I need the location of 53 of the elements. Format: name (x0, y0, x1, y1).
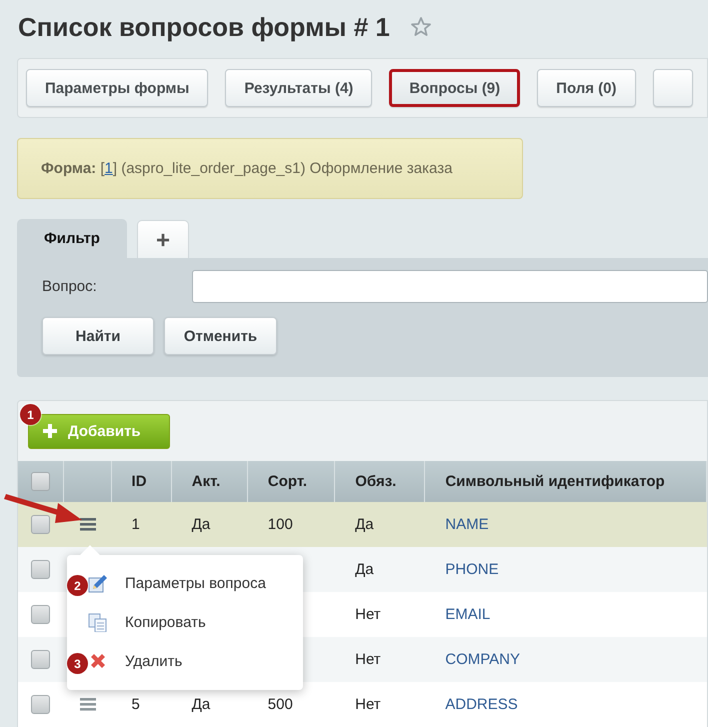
checkbox[interactable] (31, 695, 50, 714)
column-header[interactable]: Символьный идентификатор (445, 473, 665, 490)
checkbox[interactable] (31, 650, 50, 669)
plus-icon (43, 424, 57, 438)
field-label: Вопрос: (42, 278, 98, 295)
column-header[interactable]: Сорт. (268, 473, 308, 490)
table-cell: Да (355, 561, 374, 578)
table-cell: 500 (268, 696, 293, 713)
menu-item[interactable]: 3 Удалить (67, 641, 303, 680)
copy-icon (88, 613, 107, 632)
table-cell: Да (192, 516, 210, 533)
table-cell: 5 (132, 696, 140, 713)
checkbox[interactable] (31, 515, 50, 534)
column-header[interactable]: ID (132, 473, 147, 490)
toolbar-button[interactable]: Поля (0) (537, 69, 636, 107)
form-info-text: Форма: [1] (aspro_lite_order_page_s1) Оформление заказа (41, 160, 452, 177)
menu-icon (80, 518, 96, 531)
star-icon[interactable] (410, 16, 432, 38)
input-field[interactable] (192, 270, 708, 303)
menu-icon (80, 698, 96, 711)
code-link[interactable]: COMPANY (445, 651, 520, 668)
toolbar-button[interactable]: Параметры формы (26, 69, 208, 107)
page-title: Список вопросов формы # 1 (18, 12, 390, 42)
step-badge: 2 (67, 575, 88, 596)
table-cell: Нет (355, 606, 381, 623)
filter-tab[interactable]: Фильтр (17, 219, 127, 258)
checkbox[interactable] (31, 605, 50, 624)
toolbar-button[interactable] (652, 69, 693, 107)
checkbox[interactable] (31, 560, 50, 579)
code-link[interactable]: EMAIL (445, 606, 490, 623)
checkbox[interactable] (30, 472, 50, 491)
column-header[interactable]: Обяз. (355, 473, 396, 490)
table-cell: Да (355, 516, 374, 533)
table-cell: 100 (268, 516, 293, 533)
table-row[interactable]: 5 Да 500 Нет ADDRESS (18, 682, 707, 727)
toolbar-button[interactable]: Результаты (4) (225, 69, 372, 107)
step-badge: 3 (67, 653, 88, 674)
filter-tab[interactable]: + (136, 220, 189, 258)
code-link[interactable]: NAME (445, 516, 489, 533)
toolbar-button[interactable]: Вопросы (9) (389, 69, 520, 107)
form-link[interactable]: 1 (104, 160, 113, 177)
table-row[interactable]: 1 Да 100 Да NAME (18, 502, 707, 547)
table-cell: Да (192, 696, 210, 713)
column-header[interactable]: Акт. (192, 473, 220, 490)
table-cell: 1 (132, 516, 140, 533)
edit-icon (88, 574, 107, 593)
table-cell: Нет (355, 696, 381, 713)
code-link[interactable]: PHONE (445, 561, 499, 578)
cancel-button[interactable]: Отменить (164, 317, 277, 355)
code-link[interactable]: ADDRESS (445, 696, 518, 713)
find-button[interactable]: Найти (42, 317, 154, 355)
step-badge: 1 (20, 404, 41, 425)
table-cell: Нет (355, 651, 381, 668)
